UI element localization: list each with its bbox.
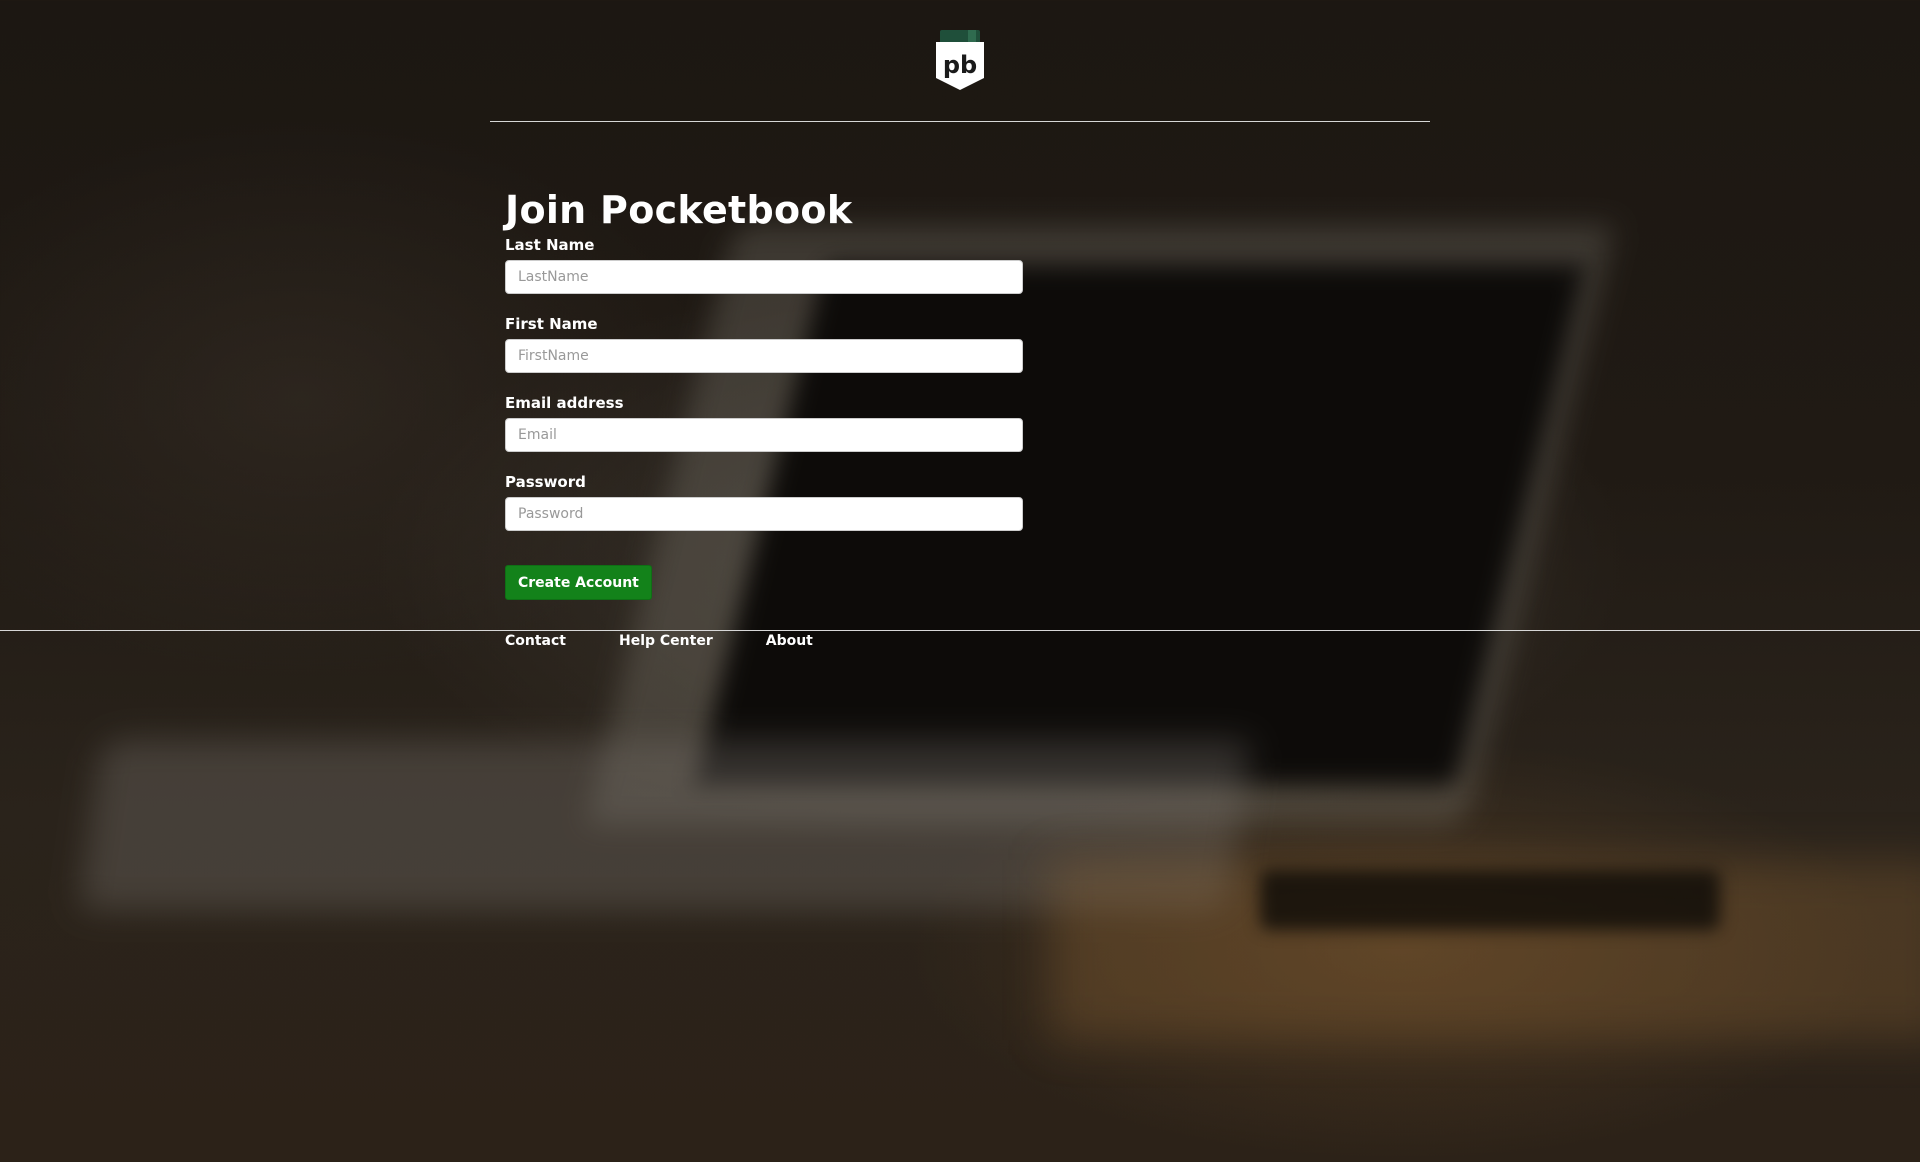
last-name-input[interactable] [505,260,1023,294]
footer-divider [0,630,1920,631]
background-phone [1260,870,1720,930]
background-table [1050,860,1920,1040]
footer-nav: Contact Help Center About [505,631,866,651]
pocketbook-logo-icon[interactable]: pb [934,30,986,92]
email-input[interactable] [505,418,1023,452]
first-name-input[interactable] [505,339,1023,373]
last-name-label: Last Name [505,236,595,254]
background-laptop-keyboard [78,740,1252,910]
footer-link-about[interactable]: About [766,631,813,651]
password-input[interactable] [505,497,1023,531]
signup-form: Join Pocketbook Last Name First Name Ema… [505,185,1025,531]
create-account-button[interactable]: Create Account [505,565,652,600]
email-label: Email address [505,394,624,412]
footer-link-help-center[interactable]: Help Center [619,631,713,651]
first-name-label: First Name [505,315,598,333]
password-label: Password [505,473,586,491]
logo-text: pb [943,51,977,79]
page-title: Join Pocketbook [505,188,853,232]
footer-link-contact[interactable]: Contact [505,631,566,651]
